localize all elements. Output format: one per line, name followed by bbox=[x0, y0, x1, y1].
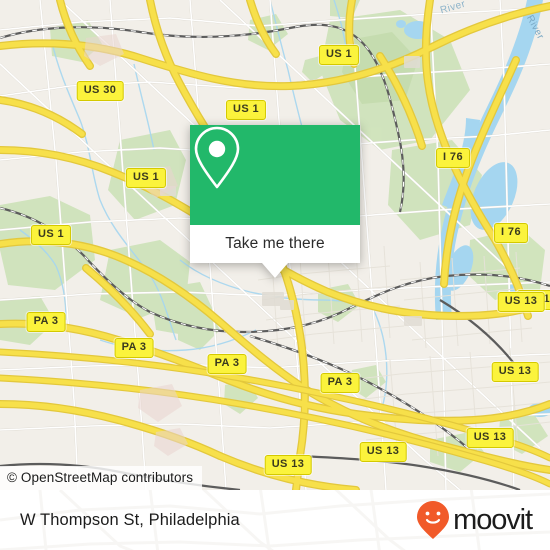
route-shield: US 13 bbox=[466, 428, 514, 448]
route-shield: PA 3 bbox=[320, 373, 360, 393]
route-shield: US 1 bbox=[318, 45, 360, 65]
bottom-info-bar: W Thompson St, Philadelphia moovit bbox=[0, 490, 550, 550]
location-popup[interactable]: Take me there bbox=[190, 125, 360, 278]
route-shield: I 76 bbox=[494, 223, 528, 243]
route-shield: I 76 bbox=[436, 148, 470, 168]
osm-attribution[interactable]: © OpenStreetMap contributors bbox=[0, 466, 203, 490]
route-shield: US 30 bbox=[76, 81, 124, 101]
map-pin-icon bbox=[194, 126, 240, 189]
route-shield: US 13 bbox=[359, 442, 407, 462]
popup-tail-arrow bbox=[262, 263, 288, 278]
location-address: W Thompson St, Philadelphia bbox=[20, 510, 240, 529]
route-shield: PA 3 bbox=[114, 338, 154, 358]
take-me-there-button[interactable]: Take me there bbox=[225, 235, 325, 253]
route-shield: PA 3 bbox=[207, 354, 247, 374]
moovit-wordmark: moovit bbox=[453, 503, 533, 536]
route-shield: US 13 bbox=[264, 455, 312, 475]
route-shield: US 1 bbox=[225, 100, 267, 120]
map-screen: US 1 US 30 US 1 US 1 I 76 US 1 I 76 US 1… bbox=[0, 0, 550, 550]
moovit-logo[interactable]: moovit bbox=[416, 500, 533, 540]
map-canvas[interactable]: US 1 US 30 US 1 US 1 I 76 US 1 I 76 US 1… bbox=[0, 0, 550, 490]
route-shield: US 13 bbox=[497, 292, 545, 312]
moovit-pin-icon bbox=[417, 501, 450, 539]
popup-header bbox=[190, 125, 360, 225]
route-shield: PA 3 bbox=[26, 312, 66, 332]
route-shield: US 1 bbox=[125, 168, 167, 188]
popup-action-bar[interactable]: Take me there bbox=[190, 225, 360, 278]
route-shield: US 13 bbox=[491, 362, 539, 382]
route-shield: US 1 bbox=[30, 225, 72, 245]
